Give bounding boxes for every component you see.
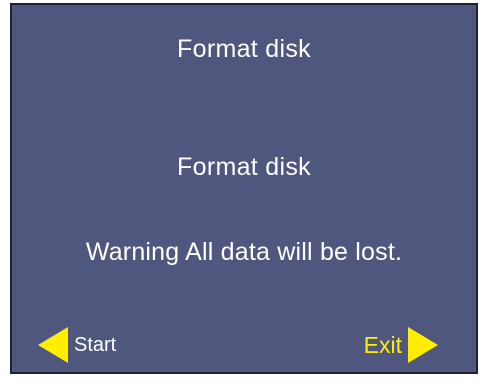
start-button[interactable]: Start [38,327,116,363]
dialog-title: Format disk [177,35,311,63]
dialog-subtitle: Format disk [177,153,311,181]
format-disk-dialog: Format disk Format disk Warning All data… [10,3,478,374]
arrow-right-icon [408,327,438,363]
exit-label: Exit [363,331,402,358]
exit-button[interactable]: Exit [364,327,438,363]
start-label: Start [74,333,117,356]
warning-message: Warning All data will be lost. [85,238,403,266]
arrow-left-icon [38,327,68,363]
